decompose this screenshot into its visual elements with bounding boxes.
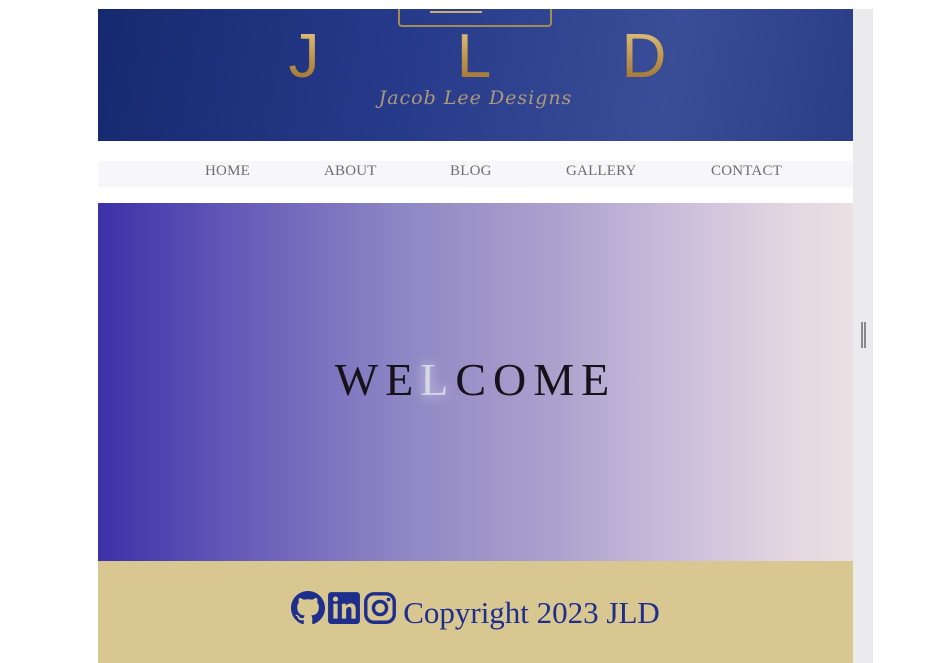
hero-section: WELCOME (98, 203, 853, 561)
nav-item-contact[interactable]: CONTACT (711, 163, 782, 180)
instagram-icon[interactable] (363, 591, 397, 625)
logo-letter-l: L (446, 21, 506, 92)
welcome-part-glow: L (420, 354, 456, 405)
logo-letter-j: J (276, 21, 336, 92)
logo-letter-d: D (616, 21, 676, 92)
footer-content: Copyright 2023 JLD (98, 585, 853, 631)
linkedin-icon[interactable] (327, 591, 361, 625)
welcome-heading: WELCOME (98, 353, 853, 406)
welcome-part-1: WE (334, 354, 421, 405)
nav-item-blog[interactable]: BLOG (450, 163, 492, 180)
logo-script-tagline: Jacob Lee Designs (378, 87, 573, 109)
page-frame: J L D Jacob Lee Designs HOME ABOUT BLOG … (98, 9, 853, 663)
nav-item-gallery[interactable]: GALLERY (566, 163, 637, 180)
logo-letters[interactable]: J L D (276, 21, 676, 92)
footer: Copyright 2023 JLD (98, 561, 853, 663)
header-banner: J L D Jacob Lee Designs (98, 9, 853, 141)
copyright-text: Copyright 2023 JLD (403, 595, 660, 630)
scrollbar-handle[interactable] (861, 322, 866, 348)
nav-item-home[interactable]: HOME (205, 163, 250, 180)
nav-item-about[interactable]: ABOUT (324, 163, 377, 180)
welcome-part-2: COME (455, 354, 617, 405)
github-icon[interactable] (291, 591, 326, 625)
main-nav: HOME ABOUT BLOG GALLERY CONTACT (98, 141, 853, 203)
